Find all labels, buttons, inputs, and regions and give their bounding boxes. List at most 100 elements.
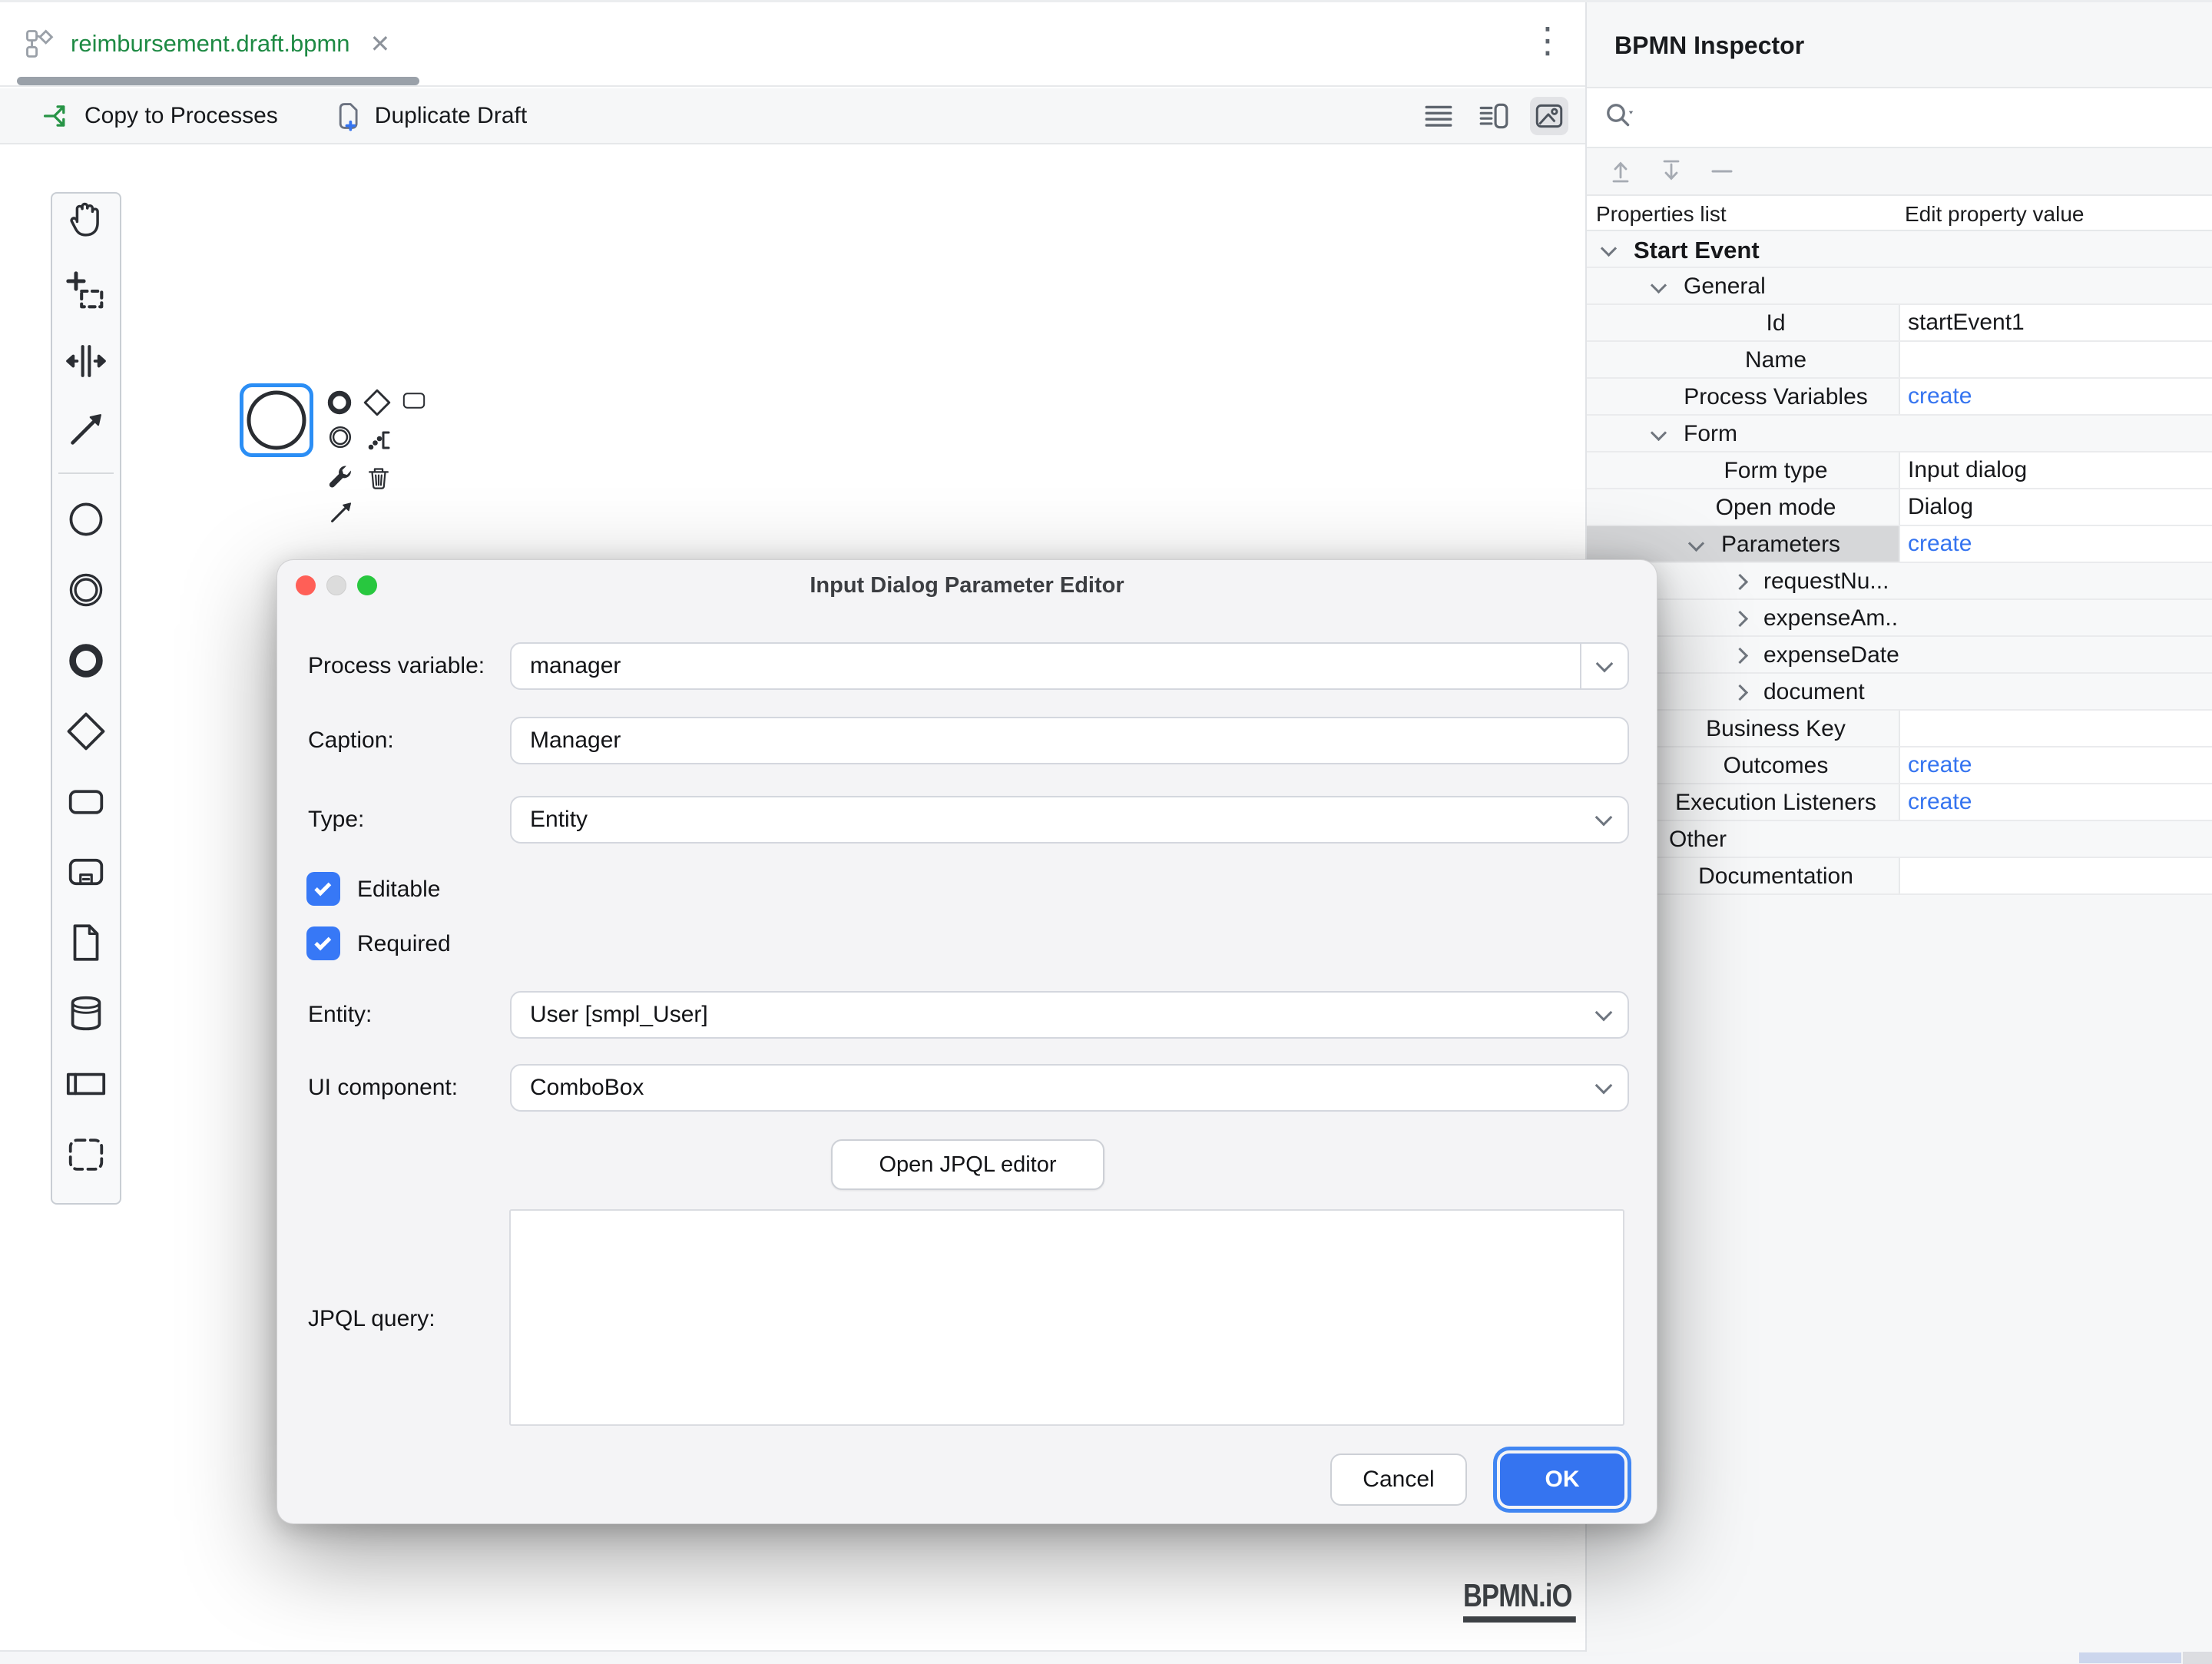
data-store-palette-icon[interactable] [62,989,110,1037]
chevron-down-icon[interactable] [1688,535,1704,552]
end-event-palette-icon[interactable] [62,637,110,684]
chevron-right-icon[interactable] [1732,684,1748,701]
intermediate-event-palette-icon[interactable] [62,566,110,614]
property-value-cell[interactable]: create [1900,379,2212,414]
create-link[interactable]: create [1908,752,1972,778]
list-view-icon[interactable] [1419,97,1458,135]
property-value-cell[interactable] [1900,858,2212,893]
inspector-parameter-row[interactable]: expenseDate [1587,637,2212,674]
inspector-property-row[interactable]: Business Key [1587,711,2212,747]
data-object-palette-icon[interactable] [62,919,110,966]
chevron-right-icon[interactable] [1732,611,1748,627]
property-name-cell[interactable]: Id [1587,305,1900,340]
context-pad-end-event-icon[interactable] [325,388,354,417]
move-down-icon[interactable] [1656,156,1687,187]
create-link[interactable]: create [1908,531,1972,557]
type-dropdown[interactable]: Entity [510,796,1629,844]
chevron-down-icon[interactable] [1580,1066,1628,1110]
copy-to-processes-button[interactable]: Copy to Processes [29,94,289,138]
chevron-down-icon[interactable] [1651,425,1667,441]
tab-reimbursement-draft-bpmn[interactable]: reimbursement.draft.bpmn ✕ [23,2,390,85]
context-pad-text-annotation-icon[interactable] [363,424,393,455]
required-label: Required [357,931,451,957]
context-pad-trash-icon[interactable] [366,463,392,492]
chevron-down-icon[interactable] [1580,797,1628,842]
property-name-cell[interactable]: Form type [1587,452,1900,488]
bpmn-file-icon [23,27,57,61]
move-up-icon[interactable] [1605,156,1636,187]
context-pad-gateway-icon[interactable] [361,386,393,419]
entity-dropdown[interactable]: User [smpl_User] [510,991,1629,1039]
process-variable-combobox[interactable]: manager [510,642,1629,690]
inspector-parameter-row[interactable]: expenseAm.. [1587,600,2212,637]
hand-tool-palette-icon[interactable] [62,197,110,244]
canvas-view-icon[interactable] [1530,97,1568,135]
horizontal-scrollbar-thumb[interactable] [2079,1652,2181,1663]
inspector-group-row[interactable]: General [1587,268,2212,305]
create-link[interactable]: create [1908,789,1972,815]
caption-input[interactable]: Manager [510,717,1629,764]
required-checkbox[interactable] [306,926,340,960]
property-value-cell[interactable]: startEvent1 [1900,305,2212,340]
chevron-down-icon[interactable] [1601,240,1617,257]
context-pad-task-icon[interactable] [397,389,431,413]
lasso-tool-palette-icon[interactable] [62,267,110,315]
split-view-icon[interactable] [1475,97,1513,135]
subprocess-palette-icon[interactable] [62,848,110,896]
inspector-property-row[interactable]: Parameters create [1587,526,2212,563]
property-value-cell[interactable]: create [1900,526,2212,562]
open-jpql-editor-button[interactable]: Open JPQL editor [831,1139,1104,1190]
context-pad-wrench-icon[interactable] [325,462,356,492]
property-value-cell[interactable]: Input dialog [1900,452,2212,488]
ui-component-dropdown[interactable]: ComboBox [510,1064,1629,1112]
cancel-button[interactable]: Cancel [1330,1454,1467,1506]
row-label: requestNu... [1763,568,1889,595]
property-value-cell[interactable] [1900,711,2212,746]
inspector-search-input[interactable] [1587,87,2212,148]
participant-palette-icon[interactable] [62,1060,110,1108]
property-name-cell[interactable]: Process Variables [1587,379,1900,414]
chevron-down-icon[interactable] [1651,277,1667,293]
duplicate-draft-button[interactable]: Duplicate Draft [320,94,538,138]
inspector-group-row[interactable]: Other [1587,821,2212,858]
property-name-cell[interactable]: Open mode [1587,489,1900,525]
editable-checkbox[interactable] [306,872,340,906]
inspector-property-row[interactable]: Process Variables create [1587,379,2212,416]
inspector-property-row[interactable]: Form typeInput dialog [1587,452,2212,489]
inspector-property-row[interactable]: Outcomescreate [1587,747,2212,784]
inspector-property-row[interactable]: Name [1587,342,2212,379]
property-name-cell[interactable]: Parameters [1587,526,1900,562]
inspector-property-row[interactable]: Documentation [1587,858,2212,895]
chevron-down-icon[interactable] [1580,993,1628,1037]
tab-close-icon[interactable]: ✕ [370,29,391,58]
chevron-down-icon[interactable] [1580,644,1628,688]
context-pad-connect-arrow-icon[interactable] [326,498,356,527]
property-value-cell[interactable]: create [1900,747,2212,783]
start-event-palette-icon[interactable] [62,496,110,543]
create-link[interactable]: create [1908,383,1972,409]
ok-button[interactable]: OK [1500,1454,1624,1506]
property-name-cell[interactable]: Name [1587,342,1900,377]
inspector-parameter-row[interactable]: requestNu... [1587,563,2212,600]
space-tool-palette-icon[interactable] [62,337,110,385]
property-value-cell[interactable]: Dialog [1900,489,2212,525]
property-value-cell[interactable]: create [1900,784,2212,820]
inspector-property-row[interactable]: IdstartEvent1 [1587,305,2212,342]
start-event-shape[interactable] [246,389,307,451]
chevron-right-icon[interactable] [1732,648,1748,664]
inspector-property-row[interactable]: Open modeDialog [1587,489,2212,526]
inspector-group-row[interactable]: Form [1587,416,2212,452]
inspector-group-row[interactable]: Start Event [1587,231,2212,268]
task-palette-icon[interactable] [62,778,110,826]
inspector-parameter-row[interactable]: document [1587,674,2212,711]
inspector-property-row[interactable]: Execution Listenerscreate [1587,784,2212,821]
global-connect-tool-palette-icon[interactable] [62,406,110,453]
property-value-cell[interactable] [1900,342,2212,377]
editor-kebab-menu-icon[interactable]: ⋮ [1530,19,1565,61]
jpql-query-textarea[interactable] [509,1209,1624,1426]
remove-icon[interactable] [1707,156,1737,187]
context-pad-intermediate-event-icon[interactable] [326,423,355,452]
gateway-palette-icon[interactable] [62,708,110,755]
chevron-right-icon[interactable] [1732,574,1748,590]
group-palette-icon[interactable] [62,1131,110,1178]
